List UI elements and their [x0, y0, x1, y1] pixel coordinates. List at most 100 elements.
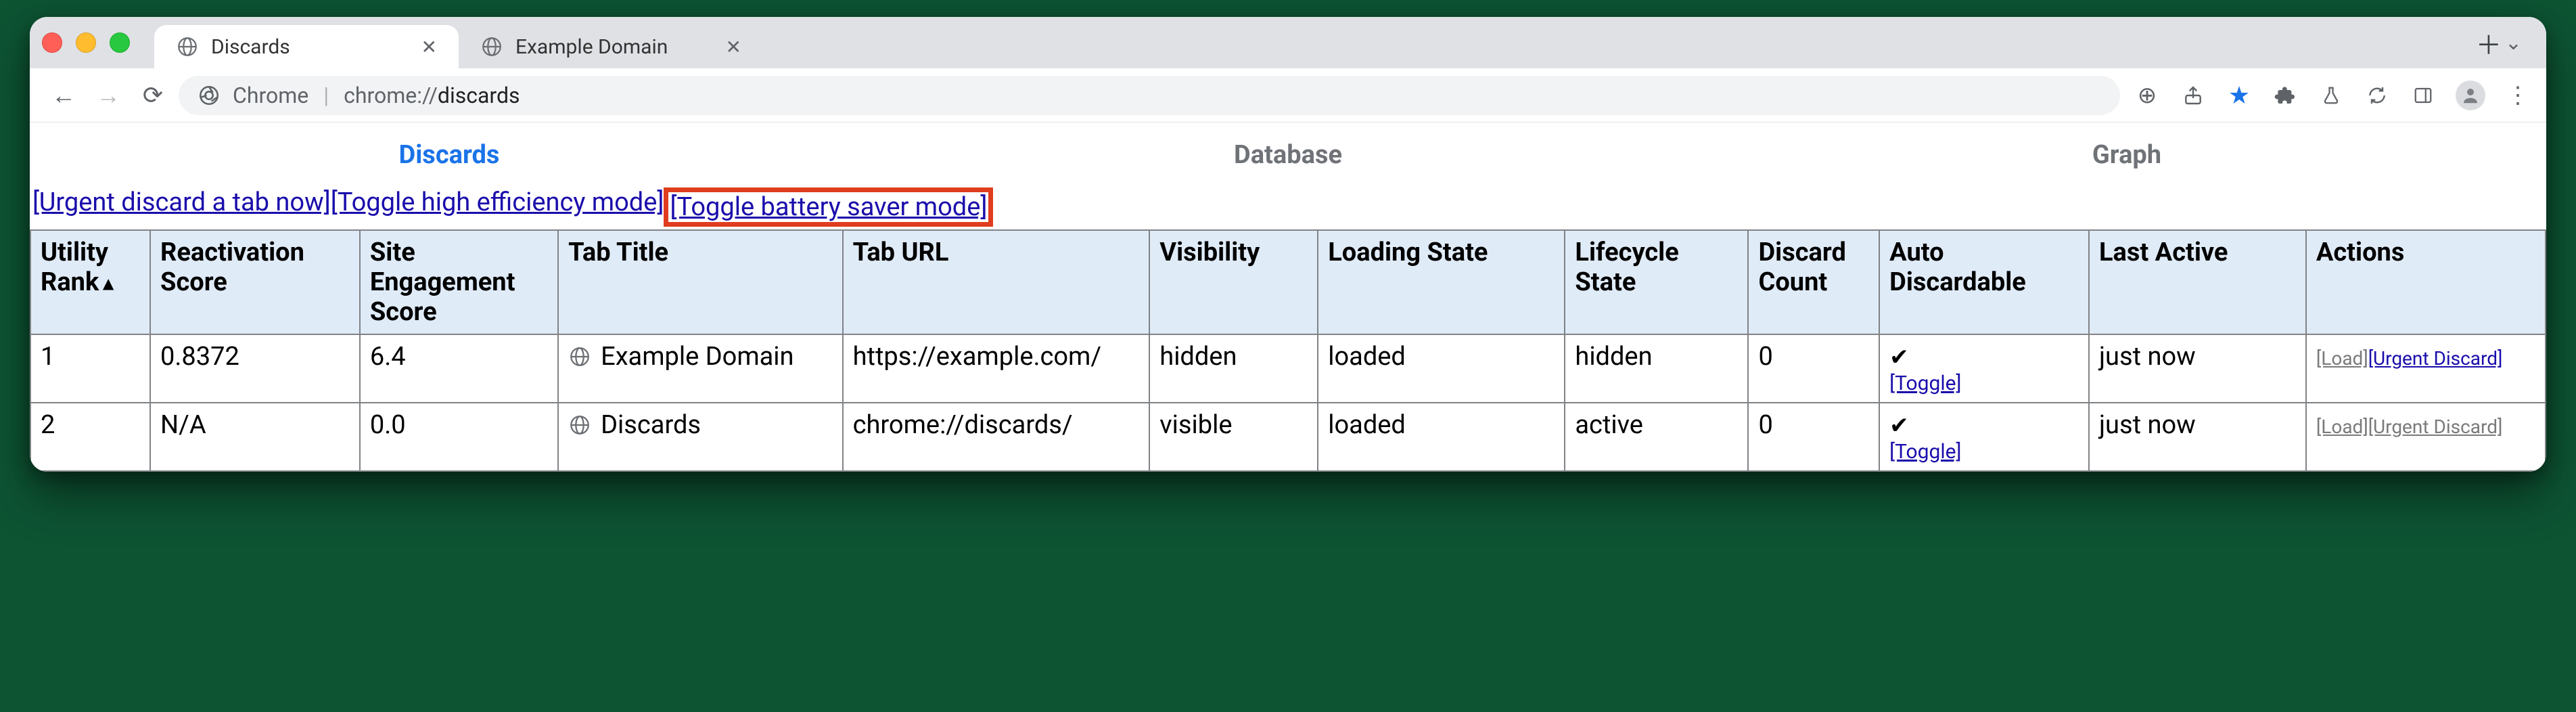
col-auto-discardable[interactable]: Auto Discardable: [1879, 230, 2089, 334]
cell-auto-discardable: ✔[Toggle]: [1879, 403, 2089, 471]
action-urgent-discard[interactable]: [Urgent Discard]: [2368, 347, 2503, 370]
browser-window: Discards ✕ Example Domain ✕ ＋ ⌄ ← → ⟳: [30, 17, 2546, 472]
col-lifecycle-state[interactable]: Lifecycle State: [1565, 230, 1748, 334]
table-head: Utility Rank▲ Reactivation Score Site En…: [30, 230, 2546, 334]
page-content: DiscardsDatabaseGraph [Urgent discard a …: [30, 123, 2546, 472]
tab-title: Discards: [211, 35, 290, 59]
cell-url: chrome://discards/: [843, 403, 1150, 471]
address-prefix: Chrome: [233, 83, 308, 108]
toggle-auto-discardable[interactable]: [Toggle]: [1889, 372, 2079, 395]
chrome-icon: [198, 84, 221, 107]
toggle-auto-discardable[interactable]: [Toggle]: [1889, 440, 2079, 464]
new-tab-button[interactable]: ＋: [2472, 26, 2505, 59]
cell-loading: loaded: [1318, 334, 1565, 403]
address-bar[interactable]: Chrome | chrome://discards: [179, 76, 2120, 115]
check-icon: ✔: [1889, 344, 1909, 371]
site-info[interactable]: Chrome: [198, 83, 308, 108]
close-tab-icon[interactable]: ✕: [421, 36, 437, 58]
cell-loading: loaded: [1318, 403, 1565, 471]
subtab-database[interactable]: Database: [869, 123, 1707, 187]
cell-title: Discards: [558, 403, 842, 471]
toolbar-right: ⊕ ★ ⋮: [2134, 81, 2531, 110]
cell-lifecycle: active: [1565, 403, 1748, 471]
globe-icon: [568, 414, 591, 437]
bookmark-star-icon[interactable]: ★: [2226, 82, 2253, 109]
tab-list-button[interactable]: ⌄: [2505, 31, 2522, 55]
sort-asc-icon: ▲: [99, 272, 118, 294]
col-visibility[interactable]: Visibility: [1149, 230, 1318, 334]
cell-title: Example Domain: [558, 334, 842, 403]
link-urgent-discard-tab[interactable]: [Urgent discard a tab now]: [32, 187, 331, 227]
cell-discard-count: 0: [1748, 334, 1879, 403]
subtabs: DiscardsDatabaseGraph: [30, 123, 2546, 187]
action-load[interactable]: [Load]: [2316, 347, 2368, 370]
check-icon: ✔: [1889, 412, 1909, 439]
col-actions[interactable]: Actions: [2306, 230, 2546, 334]
table-body: 10.83726.4Example Domainhttps://example.…: [30, 334, 2546, 471]
action-load[interactable]: [Load]: [2316, 416, 2368, 438]
reload-button[interactable]: ⟳: [134, 76, 172, 114]
col-last-active[interactable]: Last Active: [2089, 230, 2306, 334]
toolbar: ← → ⟳ Chrome | chrome://discards: [30, 68, 2546, 123]
globe-icon: [176, 35, 199, 58]
cell-auto-discardable: ✔[Toggle]: [1879, 334, 2089, 403]
col-tab-title[interactable]: Tab Title: [558, 230, 842, 334]
sidepanel-icon[interactable]: [2410, 82, 2437, 109]
col-reactivation-score[interactable]: Reactivation Score: [150, 230, 360, 334]
close-window-button[interactable]: [42, 32, 62, 53]
col-site-engagement[interactable]: Site Engagement Score: [360, 230, 558, 334]
menu-icon[interactable]: ⋮: [2504, 82, 2531, 109]
cell-discard-count: 0: [1748, 403, 1879, 471]
address-url: chrome://discards: [344, 83, 520, 108]
tab-title: Example Domain: [515, 35, 668, 59]
browser-tab[interactable]: Discards ✕: [154, 25, 459, 68]
link-toggle-battery-saver[interactable]: [Toggle battery saver mode]: [670, 192, 987, 222]
cell-url: https://example.com/: [843, 334, 1150, 403]
tab-strip: Discards ✕ Example Domain ✕: [154, 17, 2466, 68]
col-tab-url[interactable]: Tab URL: [843, 230, 1150, 334]
window-controls: [42, 32, 130, 53]
discards-table: Utility Rank▲ Reactivation Score Site En…: [30, 229, 2546, 472]
table-row: 10.83726.4Example Domainhttps://example.…: [30, 334, 2546, 403]
browser-tab[interactable]: Example Domain ✕: [459, 25, 763, 68]
cell-last-active: just now: [2089, 334, 2306, 403]
cell-engagement: 6.4: [360, 334, 558, 403]
profile-avatar[interactable]: [2456, 81, 2485, 110]
cell-actions: [Load][Urgent Discard]: [2306, 334, 2546, 403]
col-discard-count[interactable]: Discard Count: [1748, 230, 1879, 334]
action-urgent-discard[interactable]: [Urgent Discard]: [2368, 416, 2503, 438]
labs-icon[interactable]: [2318, 82, 2345, 109]
cell-rank: 1: [30, 334, 150, 403]
col-utility-rank[interactable]: Utility Rank▲: [30, 230, 150, 334]
cell-rank: 2: [30, 403, 150, 471]
subtab-discards[interactable]: Discards: [30, 123, 869, 187]
globe-icon: [480, 35, 503, 58]
cell-lifecycle: hidden: [1565, 334, 1748, 403]
close-tab-icon[interactable]: ✕: [726, 36, 741, 58]
cell-last-active: just now: [2089, 403, 2306, 471]
zoom-icon[interactable]: ⊕: [2134, 82, 2161, 109]
cell-engagement: 0.0: [360, 403, 558, 471]
titlebar-right: ⌄: [2505, 31, 2522, 55]
link-toggle-efficiency[interactable]: [Toggle high efficiency mode]: [331, 187, 664, 227]
page-action-links: [Urgent discard a tab now] [Toggle high …: [30, 187, 2546, 229]
col-loading-state[interactable]: Loading State: [1318, 230, 1565, 334]
minimize-window-button[interactable]: [76, 32, 96, 53]
titlebar: Discards ✕ Example Domain ✕ ＋ ⌄: [30, 17, 2546, 68]
address-separator: |: [323, 83, 329, 108]
maximize-window-button[interactable]: [110, 32, 130, 53]
table-row: 2N/A0.0Discardschrome://discards/visible…: [30, 403, 2546, 471]
subtab-graph[interactable]: Graph: [1707, 123, 2546, 187]
update-icon[interactable]: [2364, 82, 2391, 109]
back-button[interactable]: ←: [45, 76, 83, 114]
globe-icon: [568, 345, 591, 368]
cell-reactivation: 0.8372: [150, 334, 360, 403]
cell-actions: [Load][Urgent Discard]: [2306, 403, 2546, 471]
forward-button[interactable]: →: [89, 76, 127, 114]
cell-reactivation: N/A: [150, 403, 360, 471]
extensions-icon[interactable]: [2272, 82, 2299, 109]
highlight-battery-saver: [Toggle battery saver mode]: [664, 187, 993, 227]
share-icon[interactable]: [2180, 82, 2207, 109]
cell-visibility: visible: [1149, 403, 1318, 471]
cell-visibility: hidden: [1149, 334, 1318, 403]
